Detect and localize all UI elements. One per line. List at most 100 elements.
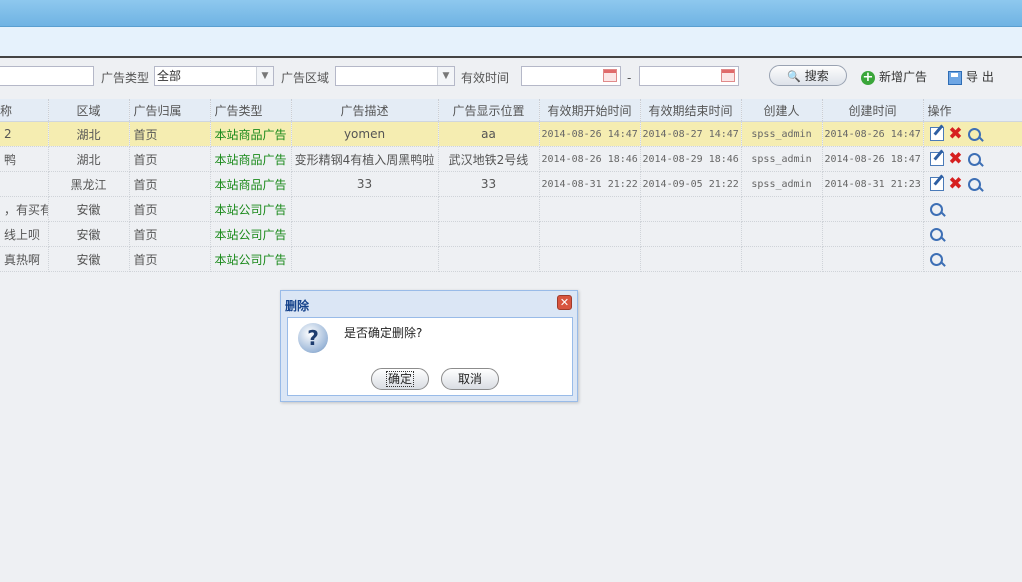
date-separator: - — [627, 71, 632, 85]
creator-cell — [741, 221, 823, 247]
owner-cell: 首页 — [129, 146, 211, 172]
table-row[interactable]: 鸭湖北 首页 本站商品广告 变形精钢4有植入周黑鸭啦 武汉地铁2号线 2014-08-26… — [0, 146, 1022, 172]
description-cell: yomen — [291, 121, 439, 147]
description-cell — [291, 246, 439, 272]
table-row[interactable]: 线上呗 安徽 首页 本站公司广告 — [0, 221, 1022, 247]
confirm-button[interactable]: 确定 — [371, 368, 429, 390]
table-row[interactable]: 真热啊 安徽 首页 本站公司广告 — [0, 246, 1022, 272]
created-time-cell: 2014-08-26 18:47 — [822, 146, 924, 172]
view-icon[interactable] — [967, 177, 981, 191]
calendar-icon[interactable] — [721, 69, 735, 82]
search-label: 搜索 — [804, 69, 829, 83]
delete-confirm-dialog: 删除 ✕ ? 是否确定删除? 确定 取消 — [280, 290, 578, 402]
confirm-label: 确定 — [385, 371, 414, 387]
description-cell — [291, 196, 439, 222]
description-cell: 变形精钢4有植入周黑鸭啦 — [291, 146, 439, 172]
ad-table: 称 区域 广告归属 广告类型 广告描述 广告显示位置 有效期开始时间 有效期结束… — [0, 99, 1022, 272]
valid-time-label: 有效时间 — [461, 71, 510, 85]
ad-type-cell: 本站商品广告 — [210, 146, 292, 172]
dialog-title: 删除 — [285, 299, 310, 313]
view-icon[interactable] — [929, 228, 943, 241]
delete-icon[interactable]: ✖ — [947, 126, 965, 143]
ad-name-input[interactable] — [0, 66, 94, 86]
delete-icon[interactable]: ✖ — [947, 151, 965, 168]
top-banner — [0, 0, 1022, 27]
ad-type-select[interactable]: 全部 ▼ — [154, 66, 274, 86]
creator-cell: spss_admin — [741, 171, 823, 197]
creator-cell — [741, 196, 823, 222]
description-cell: 33 — [291, 171, 439, 197]
end-date-input[interactable] — [639, 66, 739, 86]
start-date-input[interactable] — [521, 66, 621, 86]
close-icon[interactable]: ✕ — [557, 295, 572, 310]
column-header[interactable]: 广告描述 — [291, 99, 439, 122]
cancel-button[interactable]: 取消 — [441, 368, 499, 390]
calendar-icon[interactable] — [603, 69, 617, 82]
ad-region-select[interactable]: ▼ — [335, 66, 455, 86]
delete-icon[interactable]: ✖ — [947, 176, 965, 193]
ad-type-cell: 本站公司广告 — [210, 221, 292, 247]
dialog-body: ? 是否确定删除? 确定 取消 — [287, 317, 573, 396]
search-button[interactable]: 🔍 搜索 — [769, 65, 847, 86]
actions-cell — [923, 196, 1022, 222]
dialog-message: 是否确定删除? — [344, 326, 423, 340]
ad-region-label: 广告区域 — [281, 71, 330, 85]
end-time-cell: 2014-08-27 14:47 — [640, 121, 742, 147]
table-row[interactable]: 2 湖北 首页 本站商品广告 yomen aa 2014-08-26 14:47 2014-0… — [0, 121, 1022, 147]
table-row[interactable]: 黑龙江 首页 本站商品广告 33 33 2014-08-31 21:22 2014-09-0… — [0, 171, 1022, 197]
creator-cell — [741, 246, 823, 272]
owner-cell: 首页 — [129, 171, 211, 197]
column-header[interactable]: 创建时间 — [822, 99, 924, 122]
add-ad-button[interactable]: + 新增广告 — [861, 67, 927, 87]
column-header[interactable]: 区域 — [48, 99, 130, 122]
end-time-cell: 2014-08-29 18:46 — [640, 146, 742, 172]
creator-cell: spss_admin — [741, 146, 823, 172]
region-cell: 安徽 — [48, 221, 130, 247]
end-time-cell — [640, 246, 742, 272]
view-icon[interactable] — [967, 127, 981, 141]
creator-cell: spss_admin — [741, 121, 823, 147]
edit-icon[interactable] — [929, 177, 944, 191]
start-time-cell — [539, 221, 641, 247]
display-position-cell — [438, 246, 540, 272]
row-name-cell: 真热啊 — [0, 246, 49, 272]
owner-cell: 首页 — [129, 246, 211, 272]
row-name-cell — [0, 171, 49, 197]
table-header-row: 称 区域 广告归属 广告类型 广告描述 广告显示位置 有效期开始时间 有效期结束… — [0, 99, 1022, 122]
table-row[interactable]: ，有买有送安徽首页本站公司广告 — [0, 196, 1022, 222]
start-time-cell — [539, 196, 641, 222]
end-time-cell — [640, 196, 742, 222]
created-time-cell: 2014-08-31 21:23 — [822, 171, 924, 197]
owner-cell: 首页 — [129, 196, 211, 222]
column-header[interactable]: 广告显示位置 — [438, 99, 540, 122]
question-icon: ? — [298, 323, 328, 353]
start-time-cell — [539, 246, 641, 272]
column-header[interactable]: 创建人 — [741, 99, 823, 122]
created-time-cell: 2014-08-26 14:47 — [822, 121, 924, 147]
actions-cell — [923, 246, 1022, 272]
ad-type-cell: 本站公司广告 — [210, 196, 292, 222]
display-position-cell: 33 — [438, 171, 540, 197]
ad-type-cell: 本站公司广告 — [210, 246, 292, 272]
column-header[interactable]: 有效期开始时间 — [539, 99, 641, 122]
chevron-down-icon: ▼ — [256, 67, 273, 85]
plus-icon: + — [861, 69, 875, 85]
column-header[interactable]: 有效期结束时间 — [640, 99, 742, 122]
column-header[interactable]: 广告类型 — [210, 99, 292, 122]
edit-icon[interactable] — [929, 127, 944, 141]
export-button[interactable]: 导 出 — [948, 67, 994, 87]
save-icon — [948, 70, 962, 85]
row-name-cell: ，有买有送 — [0, 196, 49, 222]
display-position-cell: 武汉地铁2号线 — [438, 146, 540, 172]
view-icon[interactable] — [929, 203, 943, 216]
start-time-cell: 2014-08-26 18:46 — [539, 146, 641, 172]
edit-icon[interactable] — [929, 152, 944, 166]
view-icon[interactable] — [929, 253, 943, 266]
chevron-down-icon: ▼ — [437, 67, 454, 85]
view-icon[interactable] — [967, 152, 981, 166]
column-header[interactable]: 广告归属 — [129, 99, 211, 122]
row-name-cell: 2 — [0, 121, 49, 147]
column-header[interactable]: 称 — [0, 99, 49, 122]
filter-toolbar: 广告类型 全部 ▼ 广告区域 ▼ 有效时间 - 🔍 搜索 + 新增广告 导 出 — [0, 60, 1022, 92]
ad-type-cell: 本站商品广告 — [210, 171, 292, 197]
